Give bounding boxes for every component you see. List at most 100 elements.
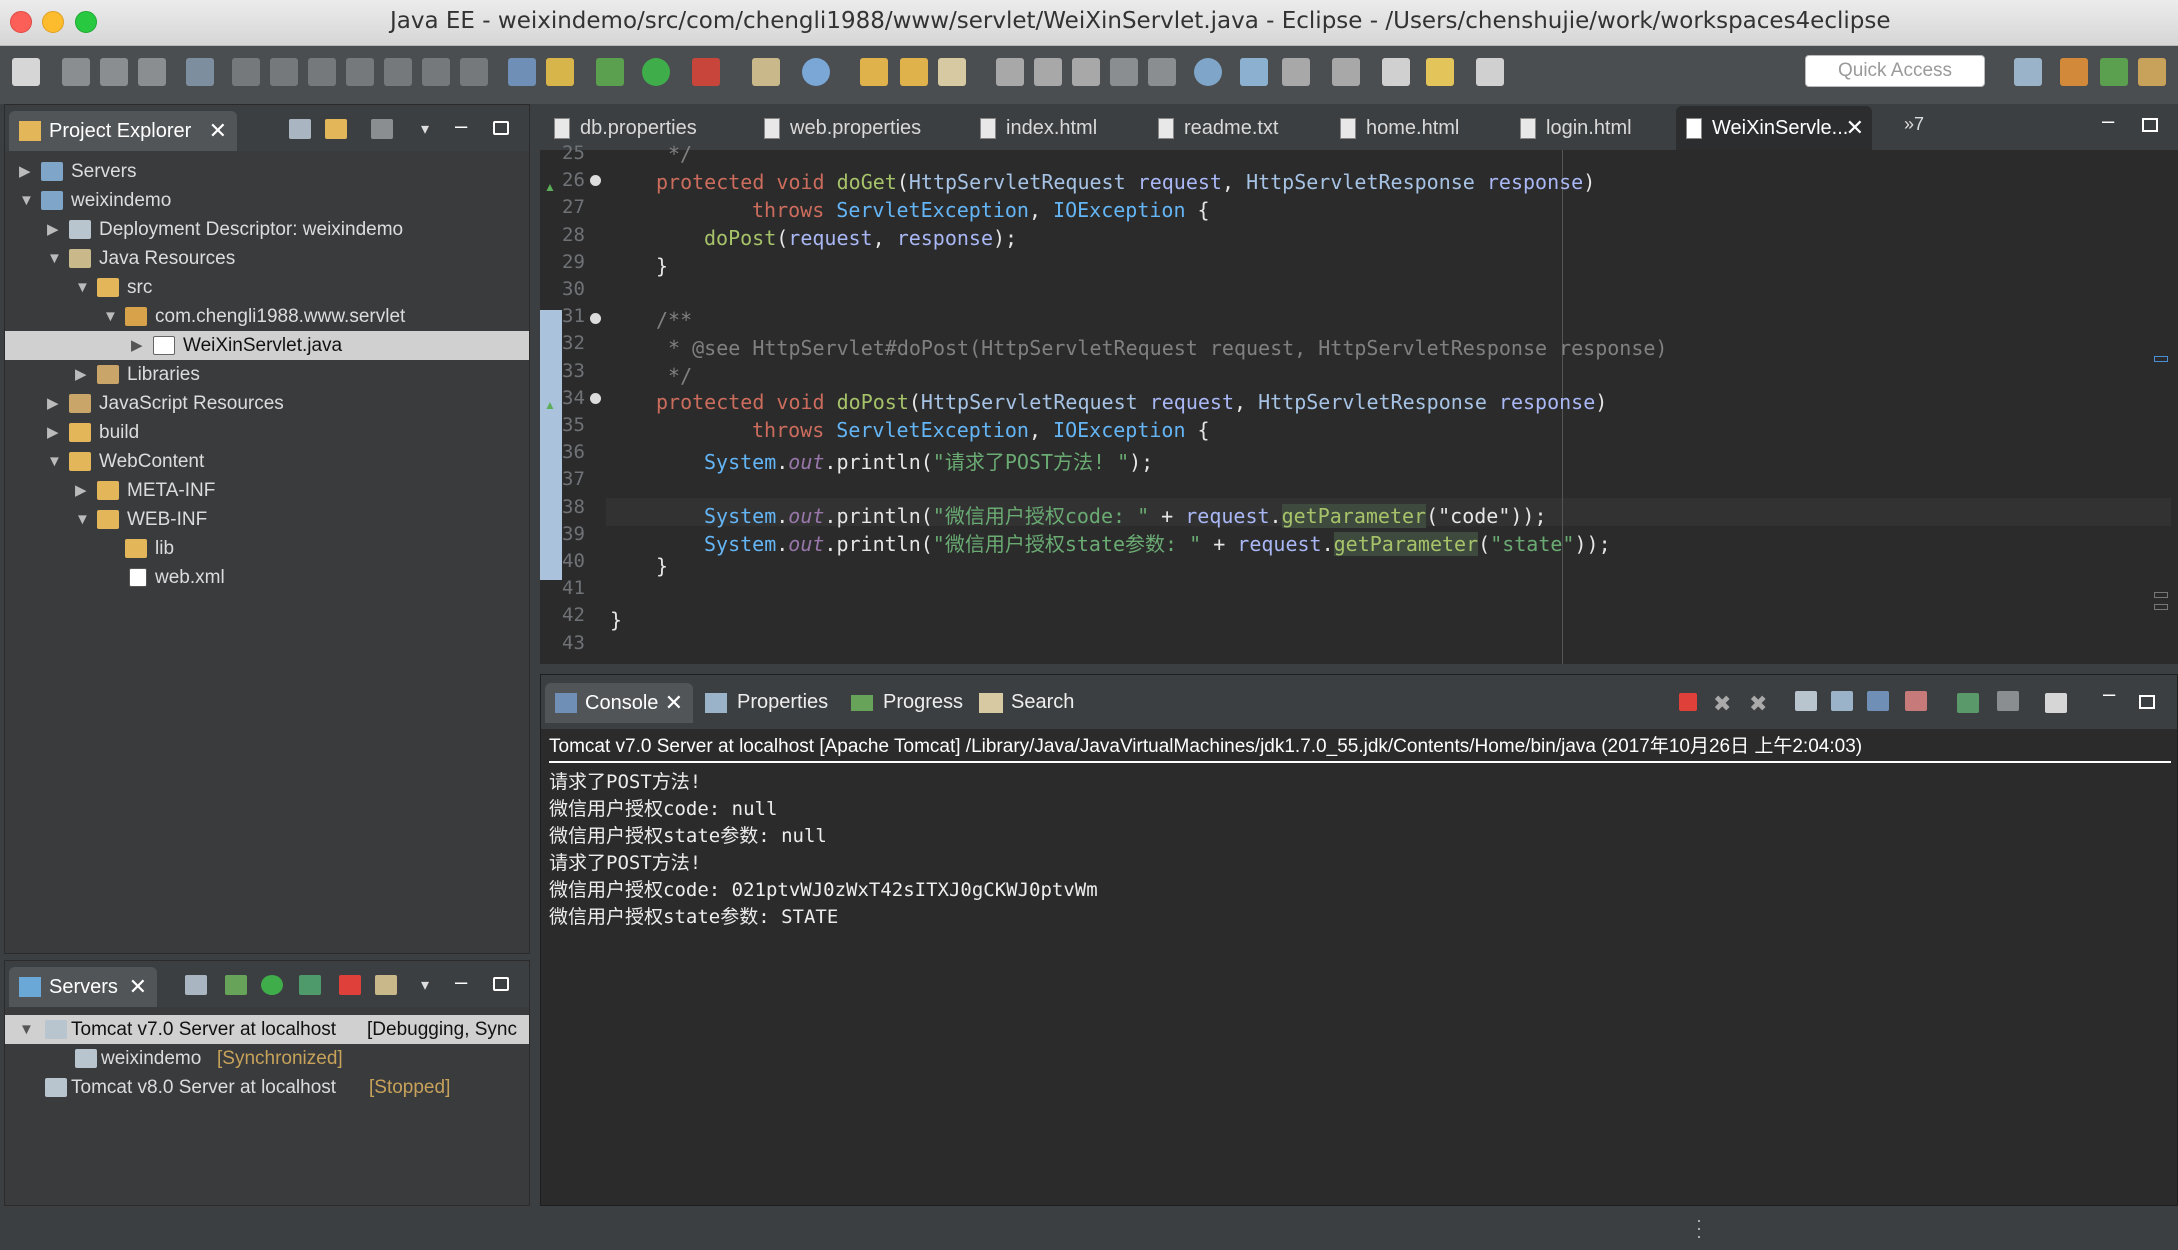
tab-progress[interactable]: Progress <box>851 691 963 714</box>
publish-icon[interactable] <box>375 975 397 995</box>
tree-item-src[interactable]: ▼ src <box>5 273 529 302</box>
tree-item-servers[interactable]: ▶ Servers <box>5 157 529 186</box>
block-selection-icon[interactable] <box>1110 58 1138 86</box>
tree-item-web-xml[interactable]: web.xml <box>5 563 529 592</box>
tab-properties[interactable]: Properties <box>705 691 828 714</box>
step-over-icon[interactable] <box>422 58 450 86</box>
tab-project-explorer[interactable]: Project Explorer ✕ <box>9 111 237 151</box>
tree-item-javascript-resources[interactable]: ▶ JavaScript Resources <box>5 389 529 418</box>
terminate-icon[interactable] <box>1679 693 1697 711</box>
minimize-view-icon[interactable]: – <box>2103 681 2115 707</box>
java-ee-perspective-icon[interactable] <box>2060 58 2088 86</box>
annotation-icon[interactable] <box>996 58 1024 86</box>
run-icon[interactable] <box>642 58 670 86</box>
step-into-icon[interactable] <box>384 58 412 86</box>
display-selected-console-icon[interactable] <box>1997 691 2019 711</box>
window-minimize-button[interactable] <box>42 11 64 33</box>
tree-item-meta-inf[interactable]: ▶ META-INF <box>5 476 529 505</box>
minimize-editor-icon[interactable]: – <box>2102 108 2114 134</box>
new-web-service-icon[interactable] <box>802 58 830 86</box>
window-close-button[interactable] <box>10 11 32 33</box>
tab-search[interactable]: Search <box>979 691 1074 714</box>
search-tool-icon[interactable] <box>938 58 966 86</box>
collapse-all-icon[interactable] <box>185 975 207 995</box>
status-bar-grip-icon[interactable]: · · · <box>1696 1211 1702 1245</box>
show-whitespace-icon[interactable] <box>1148 58 1176 86</box>
toggle-mark-occurrences-icon[interactable] <box>1072 58 1100 86</box>
tree-item-build[interactable]: ▶ build <box>5 418 529 447</box>
profile-server-icon[interactable] <box>299 975 321 995</box>
window-zoom-button[interactable] <box>75 11 97 33</box>
maximize-editor-icon[interactable] <box>2142 118 2158 132</box>
tree-item-libraries[interactable]: ▶ Libraries <box>5 360 529 389</box>
view-menu-chevron-down-icon[interactable]: ▾ <box>421 119 443 139</box>
close-icon[interactable]: ✕ <box>665 683 683 723</box>
quick-access-input[interactable]: Quick Access <box>1805 55 1985 87</box>
tree-item-java-resources[interactable]: ▼ Java Resources <box>5 244 529 273</box>
overview-ruler-marker[interactable] <box>2154 592 2168 598</box>
fold-icon[interactable] <box>590 393 601 404</box>
editor-tab-web-properties[interactable]: web.properties <box>754 106 921 150</box>
new-icon[interactable] <box>12 58 40 86</box>
editor-tab-weixinservlet[interactable]: WeiXinServle... ✕ <box>1676 106 1872 150</box>
tab-console[interactable]: Console ✕ <box>545 683 693 723</box>
last-edit-location-icon[interactable] <box>1382 58 1410 86</box>
tree-item-weixinservlet-java[interactable]: ▶ WeiXinServlet.java <box>5 331 529 360</box>
terminate-icon[interactable] <box>308 58 336 86</box>
java-editor[interactable]: ▲ ▲ 25 26 27 28 29 30 31 32 33 34 35 36 37 38 39 40 41 42… <box>540 142 2178 664</box>
new-server-icon[interactable] <box>752 58 780 86</box>
minimize-view-icon[interactable]: – <box>455 971 477 995</box>
suspend-icon[interactable] <box>270 58 298 86</box>
drop-to-frame-icon[interactable] <box>508 58 536 86</box>
link-with-editor-icon[interactable] <box>325 119 347 139</box>
close-icon[interactable]: ✕ <box>129 967 147 1007</box>
forward-icon[interactable] <box>1476 58 1504 86</box>
server-module-weixindemo[interactable]: weixindemo [Synchronized] <box>5 1044 529 1073</box>
overview-ruler-marker[interactable] <box>2154 604 2168 610</box>
open-console-icon[interactable] <box>2045 693 2067 713</box>
open-task-icon[interactable] <box>900 58 928 86</box>
save-all-icon[interactable] <box>100 58 128 86</box>
more-tabs-chevron-icon[interactable]: »7 <box>1904 114 1924 135</box>
focus-task-icon[interactable] <box>371 119 393 139</box>
disconnect-icon[interactable] <box>346 58 374 86</box>
back-icon[interactable] <box>1426 58 1454 86</box>
build-icon[interactable] <box>1240 58 1268 86</box>
use-step-filters-icon[interactable] <box>546 58 574 86</box>
editor-tab-login-html[interactable]: login.html <box>1510 106 1632 150</box>
start-server-icon[interactable] <box>261 975 283 995</box>
fold-icon[interactable] <box>590 313 601 324</box>
tree-item-webcontent[interactable]: ▼ WebContent <box>5 447 529 476</box>
skip-breakpoints-icon[interactable] <box>186 58 214 86</box>
print-icon[interactable] <box>138 58 166 86</box>
pin-console-icon[interactable] <box>1957 693 1979 713</box>
debug-perspective-icon[interactable] <box>2100 58 2128 86</box>
scroll-lock-icon[interactable] <box>1831 691 1853 711</box>
close-icon[interactable]: ✕ <box>209 111 227 151</box>
remove-all-terminated-icon[interactable]: ✖ <box>1749 691 1771 716</box>
tree-item-web-inf[interactable]: ▼ WEB-INF <box>5 505 529 534</box>
run-last-tool-icon[interactable] <box>692 58 720 86</box>
tab-servers[interactable]: Servers ✕ <box>9 967 157 1007</box>
next-annotation-icon[interactable] <box>1282 58 1310 86</box>
clear-console-icon[interactable] <box>1795 691 1817 711</box>
previous-annotation-icon[interactable] <box>1332 58 1360 86</box>
resume-icon[interactable] <box>232 58 260 86</box>
server-item-tomcat7[interactable]: ▼ Tomcat v7.0 Server at localhost [Debug… <box>5 1015 529 1044</box>
editor-tab-home-html[interactable]: home.html <box>1330 106 1459 150</box>
maximize-view-icon[interactable] <box>2139 695 2155 709</box>
save-icon[interactable] <box>62 58 90 86</box>
debug-icon[interactable] <box>596 58 624 86</box>
open-type-icon[interactable] <box>860 58 888 86</box>
tree-item-deployment-descriptor[interactable]: ▶ Deployment Descriptor: weixindemo <box>5 215 529 244</box>
tree-item-weixindemo[interactable]: ▼ weixindemo <box>5 186 529 215</box>
tree-item-lib[interactable]: lib <box>5 534 529 563</box>
remove-launch-icon[interactable]: ✖ <box>1713 691 1735 716</box>
maximize-view-icon[interactable] <box>493 977 509 991</box>
debug-server-icon[interactable] <box>225 975 247 995</box>
minimize-view-icon[interactable]: – <box>455 115 477 139</box>
open-perspective-icon[interactable] <box>2014 58 2042 86</box>
globe-icon[interactable] <box>1194 58 1222 86</box>
view-menu-chevron-down-icon[interactable]: ▾ <box>421 975 443 995</box>
java-perspective-icon[interactable] <box>2138 58 2166 86</box>
